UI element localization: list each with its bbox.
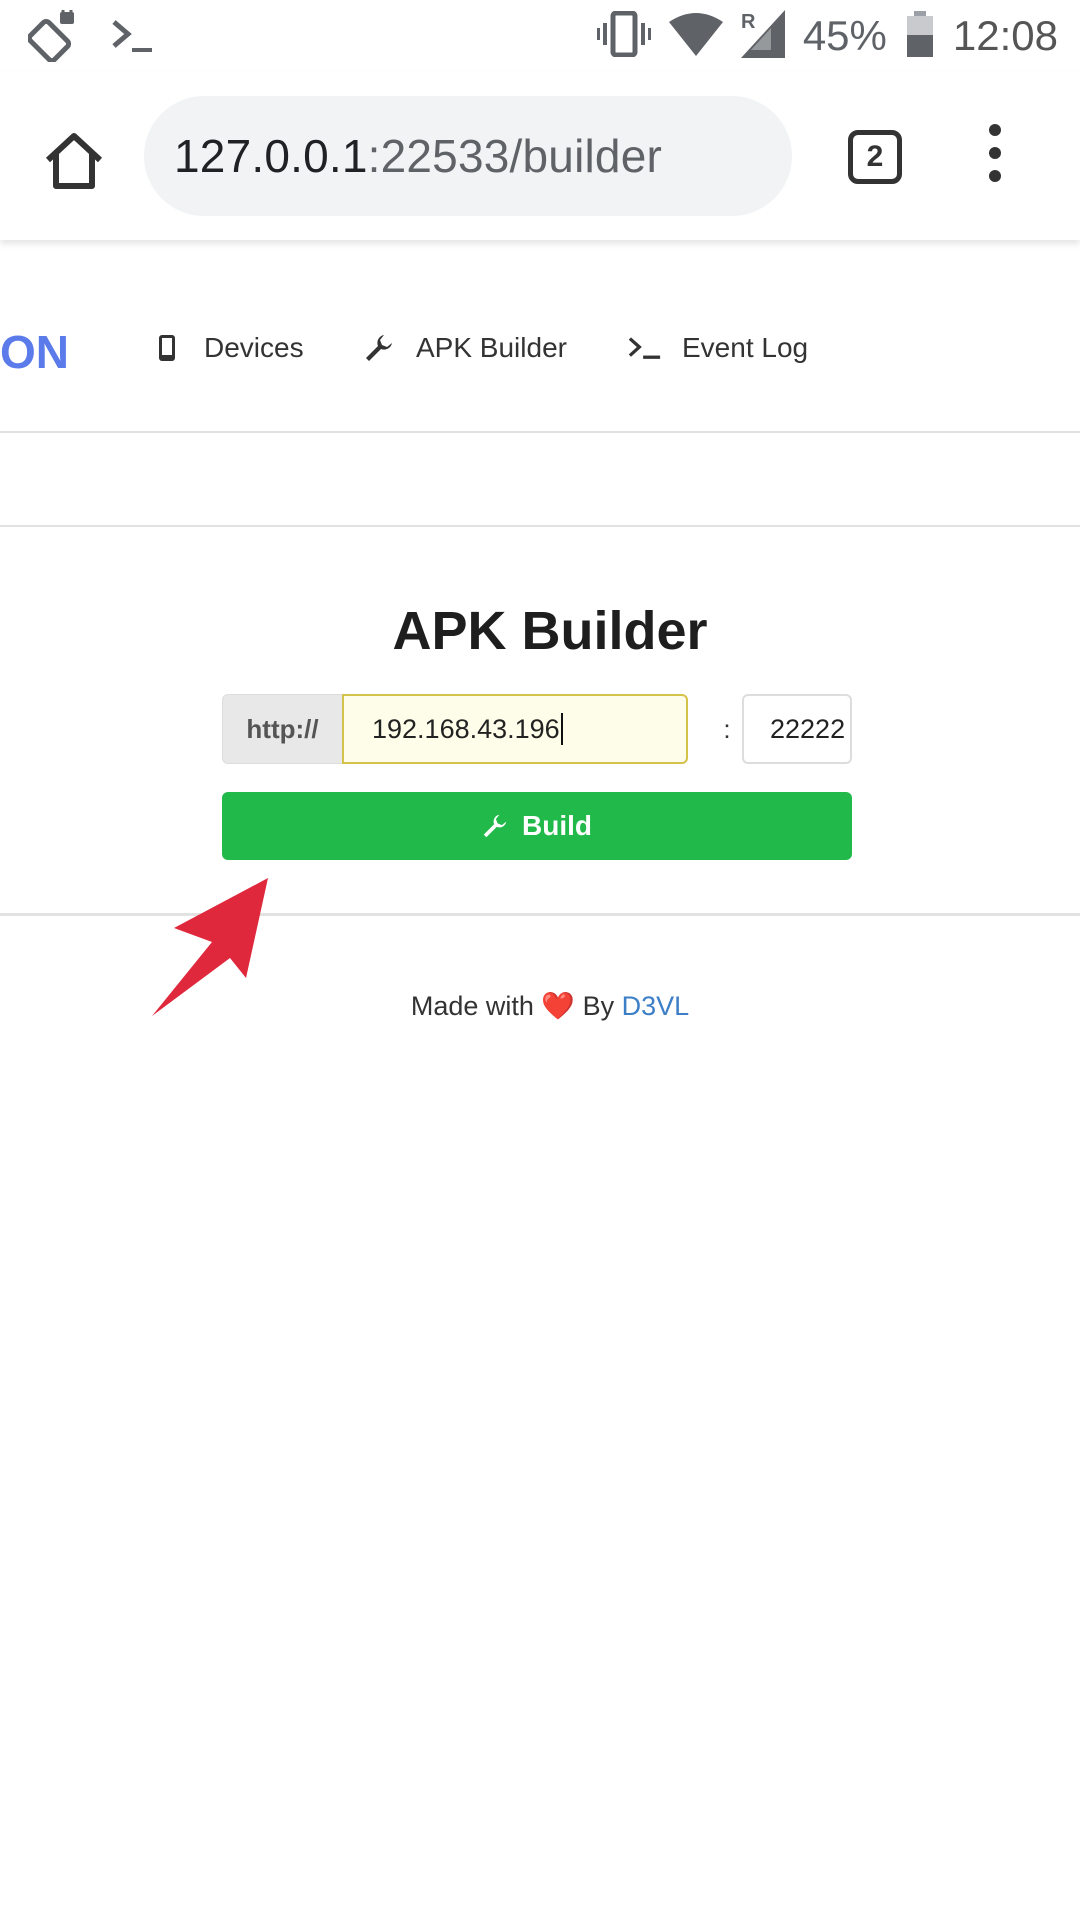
host-input[interactable]: 192.168.43.196 <box>342 694 688 764</box>
nav-item-label: APK Builder <box>416 332 567 363</box>
host-input-value: 192.168.43.196 <box>372 713 560 744</box>
author-link[interactable]: D3VL <box>622 991 690 1021</box>
page-title: APK Builder <box>392 601 708 661</box>
tab-switcher-button[interactable]: 2 <box>848 130 902 184</box>
address-bar[interactable]: 127.0.0.1:22533/builder <box>144 96 792 216</box>
phone-icon <box>150 334 184 362</box>
heart-icon: ❤️ <box>541 991 576 1021</box>
brand-logo[interactable]: ON <box>0 325 69 379</box>
home-icon[interactable] <box>38 124 110 196</box>
clock: 12:08 <box>952 12 1058 59</box>
terminal-icon <box>628 334 662 362</box>
port-input-value: 22222 <box>770 713 846 744</box>
battery-icon <box>905 10 935 62</box>
nav-item-label: Devices <box>204 332 304 363</box>
port-input[interactable]: 22222 <box>742 694 852 764</box>
svg-text:R: R <box>741 11 756 33</box>
build-form: http:// 192.168.43.196 : 22222 <box>222 694 852 764</box>
page-footer: Made with ❤️ By D3VL <box>0 990 1080 1022</box>
browser-toolbar: 127.0.0.1:22533/builder 2 <box>0 72 1080 240</box>
battery-percent: 45% <box>802 12 887 59</box>
screen-rotation-icon <box>26 5 82 67</box>
url-text[interactable]: 127.0.0.1:22533/builder <box>174 129 662 183</box>
text-caret <box>560 713 563 745</box>
wrench-icon <box>482 813 508 839</box>
signal-roaming-icon: R <box>740 9 785 63</box>
wifi-icon <box>668 12 723 61</box>
sub-navbar <box>0 433 1080 527</box>
protocol-prefix: http:// <box>222 694 342 764</box>
build-button-label: Build <box>522 810 592 841</box>
vibrate-icon <box>596 10 651 62</box>
nav-item-apk-builder[interactable]: APK Builder <box>362 332 567 364</box>
footer-made-with: Made with <box>410 991 534 1021</box>
site-navbar: ON Devices APK Builder Event Log <box>0 240 1080 433</box>
nav-item-event-log[interactable]: Event Log <box>628 332 808 364</box>
nav-item-devices[interactable]: Devices <box>150 332 304 364</box>
url-host: 127.0.0.1 <box>174 130 368 182</box>
nav-item-label: Event Log <box>682 332 809 363</box>
url-path: :22533/builder <box>367 130 663 182</box>
terminal-icon <box>110 16 156 61</box>
footer-by: By <box>582 991 615 1021</box>
overflow-menu-icon[interactable] <box>980 124 1010 190</box>
port-separator: : <box>723 713 731 744</box>
wrench-icon <box>362 333 396 363</box>
build-button[interactable]: Build <box>222 792 852 860</box>
status-bar: R 45% 12:08 <box>0 0 1080 72</box>
